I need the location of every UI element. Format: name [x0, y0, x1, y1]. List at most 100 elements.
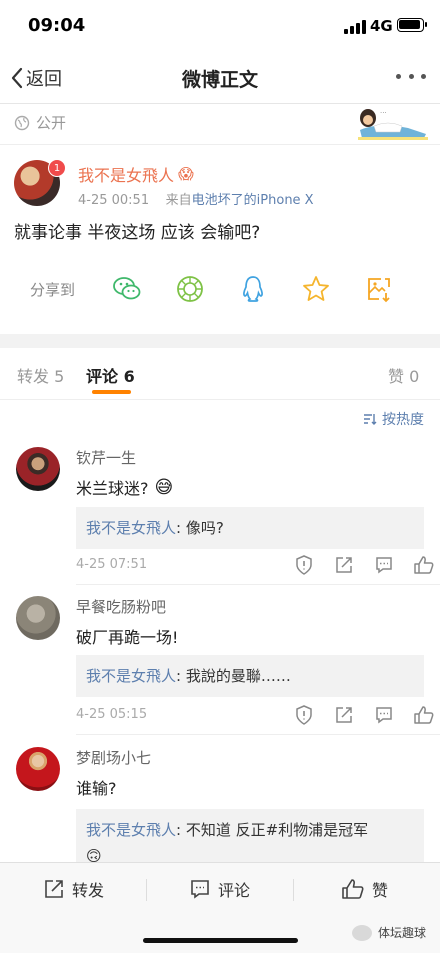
comment-text-content: 破厂再跪一场!: [76, 628, 179, 647]
comment-text: 破厂再跪一场!: [76, 624, 178, 648]
comment-button[interactable]: 评论: [190, 877, 250, 901]
reply-username[interactable]: 我不是女飛人: [86, 519, 176, 537]
nav-bar: 返回 微博正文: [0, 52, 440, 104]
post-source[interactable]: 电池坏了的iPhone X: [192, 193, 314, 208]
post-text: 就事论事 半夜这场 应该 会输吧?: [14, 223, 261, 243]
tab-likes[interactable]: 赞 0: [388, 363, 419, 387]
report-button[interactable]: [284, 553, 324, 577]
page-title: 微博正文: [181, 69, 258, 91]
comment-avatar[interactable]: [16, 447, 60, 491]
comment-divider: [76, 734, 440, 735]
wechat-share-button[interactable]: [110, 272, 144, 306]
post-meta: 4-25 00:51 来自电池坏了的iPhone X: [78, 189, 314, 208]
share-icon: [336, 557, 352, 573]
network-label: 4G: [370, 17, 393, 35]
comment-icon: [376, 707, 392, 724]
home-indicator[interactable]: [143, 938, 298, 943]
reply-text: : 不知道 反正#利物浦是冠军: [176, 821, 369, 839]
comment-username[interactable]: 梦剧场小七: [76, 747, 151, 768]
save-image-icon: [368, 278, 390, 303]
notification-badge: 1: [48, 159, 66, 177]
sort-icon: [364, 414, 377, 425]
reply-username[interactable]: 我不是女飛人: [86, 821, 176, 839]
reply-button[interactable]: [364, 703, 404, 727]
like-button[interactable]: [404, 703, 440, 727]
watermark: 体坛趣球: [352, 924, 426, 941]
comment-avatar[interactable]: [16, 747, 60, 791]
comment-emoji: 😅: [154, 476, 174, 498]
tab-bar: 转发 5 评论 6 赞 0: [0, 348, 440, 400]
bottom-separator: [146, 879, 147, 901]
like-button[interactable]: [404, 553, 440, 577]
share-comment-button[interactable]: [324, 703, 364, 727]
reply-text: : 像吗?: [176, 519, 224, 537]
comment-avatar[interactable]: [16, 596, 60, 640]
like-post-button[interactable]: 赞: [342, 877, 388, 901]
visibility-label: 公开: [36, 114, 67, 132]
comment-divider: [76, 584, 440, 585]
post-username-text: 我不是女飛人: [78, 166, 175, 185]
save-image-share-button[interactable]: [362, 272, 396, 306]
post-source-prefix: 来自: [165, 193, 192, 208]
tab-comments[interactable]: 评论 6: [86, 363, 135, 387]
divider: [0, 144, 440, 145]
share-icon: [336, 707, 352, 723]
comment-icon: [191, 880, 209, 899]
bottom-separator: [293, 879, 294, 901]
battery-icon: [397, 18, 427, 32]
thumbs-up-icon: [342, 879, 364, 899]
qq-share-button[interactable]: [236, 272, 270, 306]
comment-label: 评论: [218, 881, 251, 900]
sort-button[interactable]: 按热度: [363, 409, 424, 429]
wechat-logo-icon: [352, 924, 372, 941]
status-time: 09:04: [28, 15, 86, 36]
wechat-icon: [113, 277, 141, 300]
post-username-emoji: 😱: [178, 165, 194, 183]
reply-text: : 我說的曼聯……: [176, 667, 291, 685]
globe-icon: [14, 115, 30, 130]
active-tab-indicator: [92, 390, 131, 394]
thumbs-up-icon: [414, 706, 434, 724]
visibility-row: 公开: [14, 112, 66, 133]
reply-username[interactable]: 我不是女飛人: [86, 667, 176, 685]
comment-text: 谁输?: [76, 775, 117, 799]
post-timestamp: 4-25 00:51: [78, 193, 150, 208]
comment-text-content: 米兰球迷?: [76, 479, 149, 498]
moments-icon: [177, 276, 203, 302]
repost-label: 转发: [72, 881, 105, 900]
star-icon: [303, 276, 329, 301]
shield-icon: [296, 705, 312, 725]
comment-reply[interactable]: 我不是女飛人: 我說的曼聯……: [76, 655, 424, 697]
comment-username[interactable]: 钦芹一生: [76, 447, 136, 468]
comment-icon: [376, 557, 392, 574]
qq-icon: [243, 276, 263, 302]
tab-reposts[interactable]: 转发 5: [17, 363, 64, 387]
repost-button[interactable]: 转发: [44, 877, 104, 901]
report-button[interactable]: [284, 703, 324, 727]
share-row: 分享到: [30, 272, 425, 306]
comment-text: 米兰球迷? 😅: [76, 475, 173, 499]
status-bar: 09:04 4G: [0, 0, 440, 52]
comment-actions: [284, 703, 440, 727]
watermark-text: 体坛趣球: [378, 926, 427, 940]
comment-time: 4-25 07:51: [76, 557, 148, 572]
favorite-share-button[interactable]: [299, 272, 333, 306]
reply-button[interactable]: [364, 553, 404, 577]
thumbs-up-icon: [414, 556, 434, 574]
share-comment-button[interactable]: [324, 553, 364, 577]
comment-username[interactable]: 早餐吃肠粉吧: [76, 596, 166, 617]
signal-icon: [344, 20, 366, 34]
comment-reply[interactable]: 我不是女飛人: 像吗?: [76, 507, 424, 549]
moments-share-button[interactable]: [173, 272, 207, 306]
section-gap: [0, 334, 440, 348]
comment-actions: [284, 553, 440, 577]
more-icon[interactable]: [396, 74, 426, 82]
sort-label: 按热度: [382, 412, 424, 428]
shield-icon: [296, 555, 312, 575]
repost-icon: [45, 880, 63, 898]
like-label: 赞: [372, 881, 389, 900]
share-label: 分享到: [30, 280, 76, 299]
comment-text-content: 谁输?: [76, 779, 117, 798]
post-username[interactable]: 我不是女飛人 😱: [78, 162, 194, 186]
comment-time: 4-25 05:15: [76, 707, 148, 722]
